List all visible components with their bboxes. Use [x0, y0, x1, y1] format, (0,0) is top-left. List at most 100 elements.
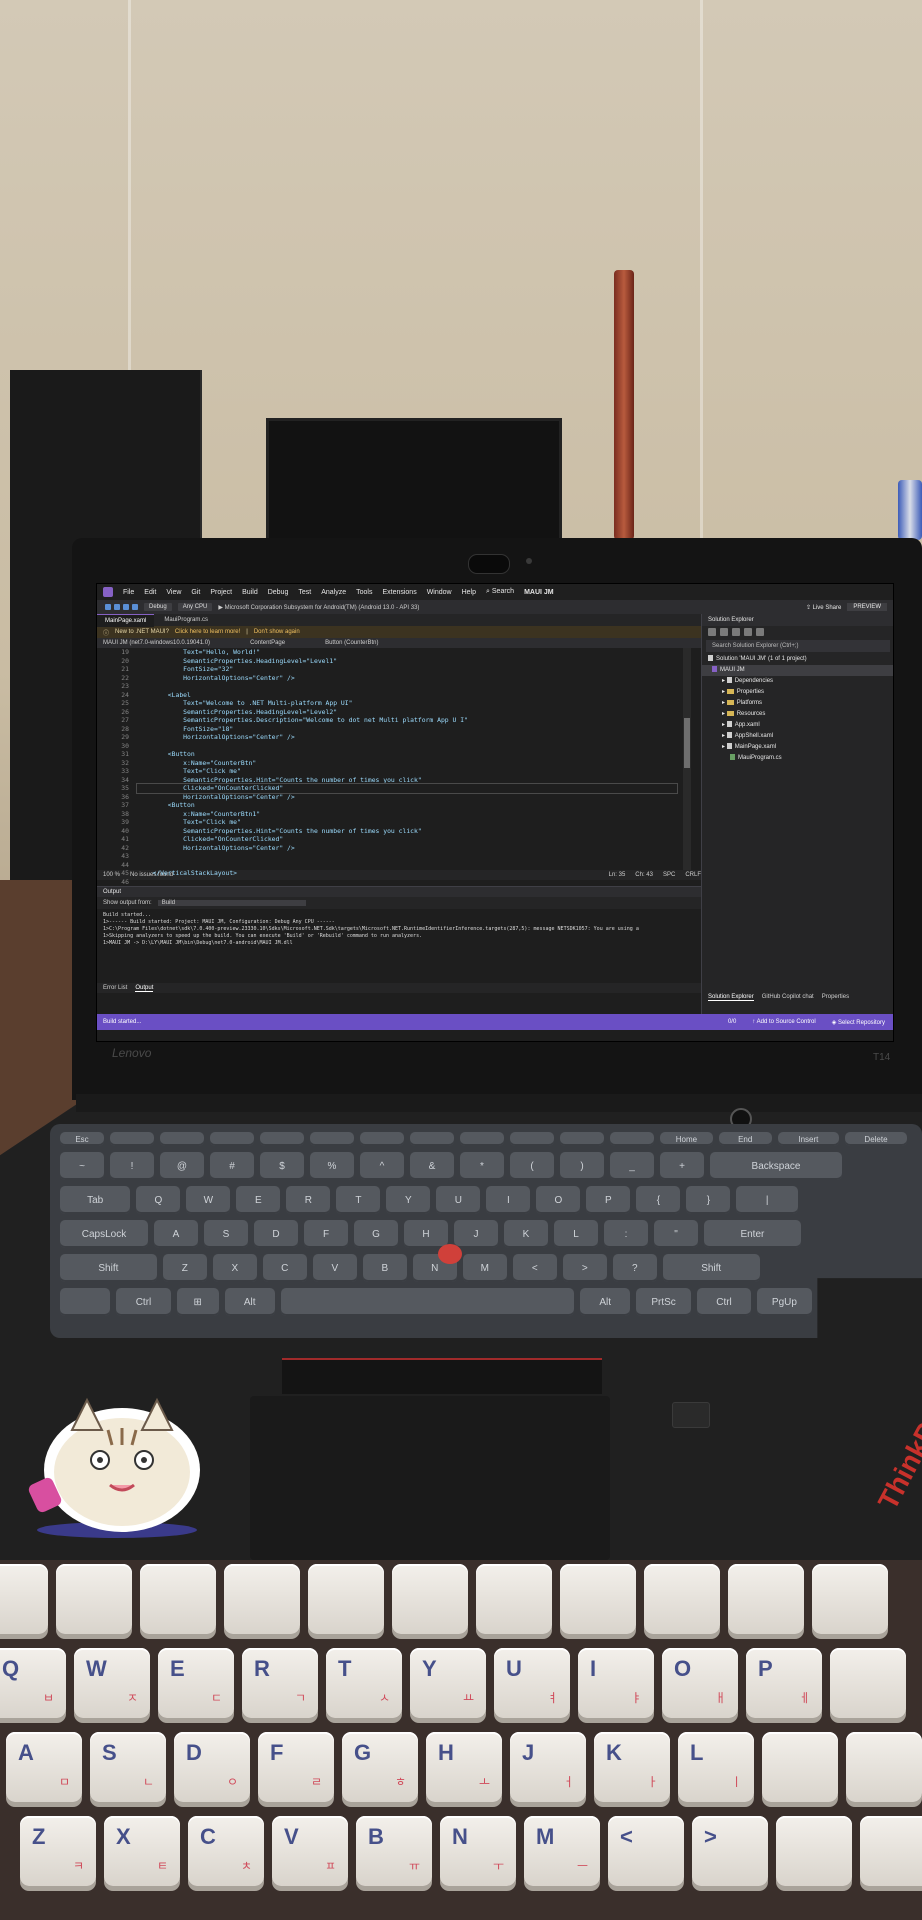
- laptop-key[interactable]: >: [562, 1254, 607, 1282]
- menu-debug[interactable]: Debug: [268, 589, 289, 596]
- laptop-key[interactable]: U: [436, 1186, 481, 1214]
- tree-resources[interactable]: ▸ Resources: [702, 709, 893, 720]
- laptop-key[interactable]: O: [536, 1186, 581, 1214]
- mech-key[interactable]: [0, 1564, 48, 1634]
- solution-search-input[interactable]: Search Solution Explorer (Ctrl+;): [706, 640, 890, 652]
- laptop-key[interactable]: Shift: [60, 1254, 157, 1282]
- laptop-key[interactable]: [560, 1132, 604, 1146]
- code-line[interactable]: Text="Click me": [137, 818, 677, 827]
- mech-key[interactable]: Sㄴ: [90, 1732, 166, 1802]
- code-line[interactable]: x:Name="CounterBtn1": [137, 810, 677, 819]
- menu-edit[interactable]: Edit: [144, 589, 156, 596]
- laptop-key[interactable]: :: [604, 1220, 648, 1248]
- mech-key[interactable]: [812, 1564, 888, 1634]
- tree-mauiprogram-cs[interactable]: MauiProgram.cs: [702, 753, 893, 764]
- tab-properties[interactable]: Properties: [822, 994, 849, 1000]
- laptop-key[interactable]: [460, 1132, 504, 1146]
- laptop-key[interactable]: End: [718, 1132, 772, 1146]
- mech-key[interactable]: Zㅋ: [20, 1816, 96, 1886]
- menu-extensions[interactable]: Extensions: [382, 589, 416, 596]
- mech-key[interactable]: Fㄹ: [258, 1732, 334, 1802]
- mech-key[interactable]: Yㅛ: [410, 1648, 486, 1718]
- code-line[interactable]: HorizontalOptions="Center" />: [137, 793, 677, 802]
- laptop-key[interactable]: [510, 1132, 554, 1146]
- menu-window[interactable]: Window: [427, 589, 452, 596]
- laptop-key[interactable]: J: [454, 1220, 498, 1248]
- mech-key[interactable]: Lㅣ: [678, 1732, 754, 1802]
- laptop-key[interactable]: Tab: [60, 1186, 131, 1214]
- laptop-key[interactable]: <: [512, 1254, 557, 1282]
- laptop-key[interactable]: !: [110, 1152, 154, 1180]
- laptop-key[interactable]: W: [186, 1186, 231, 1214]
- laptop-key[interactable]: Alt: [580, 1288, 631, 1316]
- mech-key[interactable]: >: [692, 1816, 768, 1886]
- laptop-key[interactable]: I: [486, 1186, 531, 1214]
- code-line[interactable]: SemanticProperties.Hint="Counts the numb…: [137, 827, 677, 836]
- laptop-key[interactable]: ⊞: [176, 1288, 219, 1316]
- tree-platforms[interactable]: ▸ Platforms: [702, 698, 893, 709]
- code-line[interactable]: HorizontalOptions="Center" />: [137, 733, 677, 742]
- run-target-button[interactable]: ▶ Microsoft Corporation Subsystem for An…: [218, 604, 419, 611]
- laptop-key[interactable]: M: [462, 1254, 507, 1282]
- forward-icon[interactable]: [114, 604, 120, 610]
- code-line[interactable]: Text="Hello, World!": [137, 648, 677, 657]
- laptop-key[interactable]: Shift: [662, 1254, 760, 1282]
- menu-help[interactable]: Help: [462, 589, 476, 596]
- laptop-key[interactable]: Delete: [845, 1132, 907, 1146]
- laptop-key[interactable]: V: [312, 1254, 357, 1282]
- trackpoint-buttons[interactable]: [282, 1358, 602, 1394]
- menu-view[interactable]: View: [166, 589, 181, 596]
- laptop-key[interactable]: |: [736, 1186, 798, 1214]
- mech-key[interactable]: Iㅑ: [578, 1648, 654, 1718]
- mech-key[interactable]: [224, 1564, 300, 1634]
- laptop-key[interactable]: Insert: [777, 1132, 840, 1146]
- mech-key[interactable]: [308, 1564, 384, 1634]
- laptop-key[interactable]: [160, 1132, 204, 1146]
- laptop-key[interactable]: X: [212, 1254, 257, 1282]
- laptop-key[interactable]: [410, 1132, 454, 1146]
- mech-key[interactable]: Tㅅ: [326, 1648, 402, 1718]
- laptop-key[interactable]: ): [560, 1152, 604, 1180]
- code-line[interactable]: SemanticProperties.Hint="Counts the numb…: [137, 776, 677, 785]
- mech-key[interactable]: Mㅡ: [524, 1816, 600, 1886]
- code-line[interactable]: FontSize="18": [137, 725, 677, 734]
- laptop-key[interactable]: [310, 1132, 354, 1146]
- touchpad[interactable]: [250, 1396, 610, 1560]
- tree-app-xaml[interactable]: ▸ App.xaml: [702, 720, 893, 731]
- settings-icon[interactable]: [756, 628, 764, 636]
- mech-key[interactable]: Uㅕ: [494, 1648, 570, 1718]
- tab-solution-explorer[interactable]: Solution Explorer: [708, 994, 754, 1001]
- tree-solution[interactable]: Solution 'MAUI JM' (1 of 1 project): [702, 654, 893, 665]
- menu-build[interactable]: Build: [242, 589, 258, 596]
- laptop-key[interactable]: A: [154, 1220, 198, 1248]
- laptop-key[interactable]: F: [304, 1220, 348, 1248]
- code-line[interactable]: Text="Click me": [137, 767, 677, 776]
- tree-mainpage-xaml[interactable]: ▸ MainPage.xaml: [702, 742, 893, 753]
- sync-icon[interactable]: [720, 628, 728, 636]
- laptop-key[interactable]: D: [254, 1220, 298, 1248]
- tab-error-list[interactable]: Error List: [103, 985, 127, 991]
- laptop-key[interactable]: (: [510, 1152, 554, 1180]
- mech-key[interactable]: [860, 1816, 922, 1886]
- laptop-key[interactable]: G: [354, 1220, 398, 1248]
- laptop-key[interactable]: CapsLock: [60, 1220, 148, 1248]
- output-source-select[interactable]: Build: [157, 900, 306, 906]
- code-line[interactable]: [137, 861, 677, 870]
- mech-key[interactable]: [762, 1732, 838, 1802]
- mech-key[interactable]: Cㅊ: [188, 1816, 264, 1886]
- learn-more-link[interactable]: Click here to learn more!: [175, 629, 240, 635]
- mech-key[interactable]: Qㅂ: [0, 1648, 66, 1718]
- laptop-key[interactable]: Q: [136, 1186, 181, 1214]
- code-line[interactable]: HorizontalOptions="Center" />: [137, 674, 677, 683]
- tab-mainpage-xaml[interactable]: MainPage.xaml: [97, 613, 155, 627]
- config-select[interactable]: Debug: [144, 603, 172, 611]
- mech-key[interactable]: Jㅓ: [510, 1732, 586, 1802]
- code-lines[interactable]: Text="Hello, World!" SemanticProperties.…: [136, 648, 678, 877]
- tab-output[interactable]: Output: [135, 985, 154, 992]
- editor-scroll-thumb[interactable]: [684, 718, 690, 768]
- laptop-key[interactable]: ^: [360, 1152, 404, 1180]
- code-line[interactable]: [137, 878, 677, 887]
- mech-key[interactable]: Kㅏ: [594, 1732, 670, 1802]
- mech-key[interactable]: [776, 1816, 852, 1886]
- dont-show-again-link[interactable]: Don't show again: [254, 629, 300, 635]
